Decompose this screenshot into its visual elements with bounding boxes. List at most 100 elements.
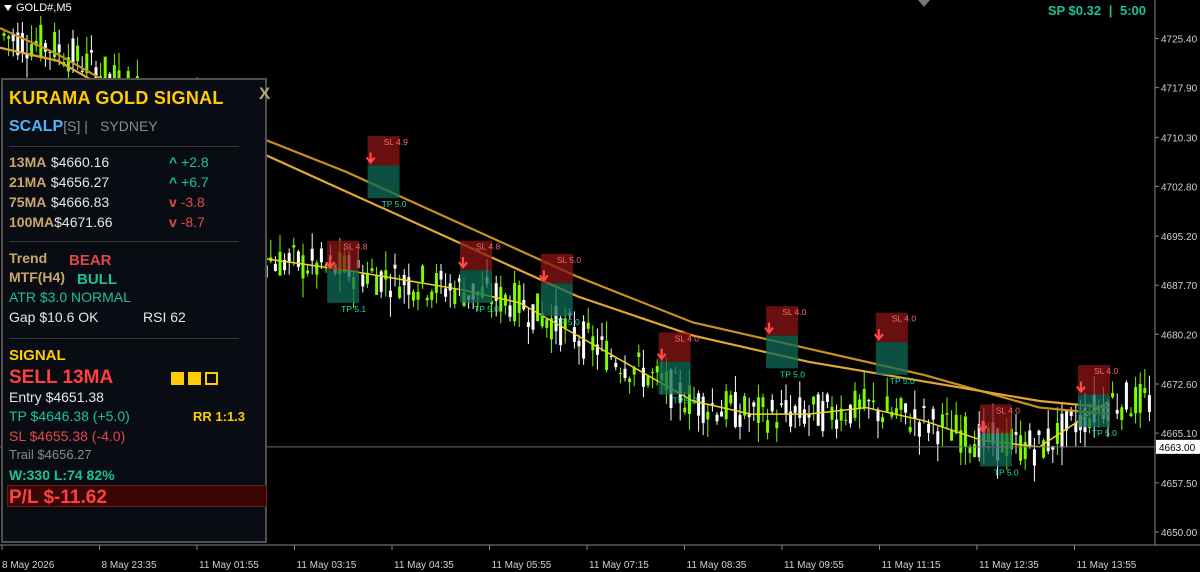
- candle-body: [301, 255, 305, 279]
- candle-body: [1143, 388, 1147, 393]
- signal-label: SIGNAL: [9, 347, 66, 364]
- candle-body: [623, 368, 627, 379]
- candle-body: [39, 24, 43, 57]
- ma-value: $4666.83: [50, 194, 110, 210]
- sl-label: SL 5.0: [557, 255, 582, 265]
- candle-body: [761, 397, 765, 408]
- candle-body: [508, 305, 512, 317]
- candle-body: [646, 376, 650, 386]
- candle-body: [517, 285, 521, 313]
- x-tick-label: 11 May 04:35: [394, 560, 454, 571]
- candle-body: [421, 265, 425, 283]
- up-arrow-icon: ^: [169, 174, 178, 190]
- spread-timer: SP $0.32 | 5:00: [1046, 3, 1148, 18]
- candle-body: [393, 264, 397, 269]
- divider: [9, 241, 239, 242]
- candle-body: [936, 431, 940, 445]
- candle-body: [273, 263, 277, 271]
- candle-body: [853, 390, 857, 418]
- candle-body: [651, 372, 655, 374]
- candle-body: [545, 319, 549, 328]
- candle-body: [89, 50, 93, 53]
- atr-line: ATR $3.0 NORMAL: [9, 289, 131, 305]
- x-tick-label: 8 May 2026: [2, 560, 55, 571]
- candle-body: [733, 392, 737, 428]
- x-tick-label: 11 May 13:55: [1077, 560, 1137, 571]
- candle-body: [434, 273, 438, 293]
- ma-name: 100MA: [9, 214, 55, 230]
- candle-body: [379, 271, 383, 292]
- candle-body: [825, 394, 829, 402]
- candle-body: [655, 366, 659, 373]
- candle-body: [917, 422, 921, 437]
- candle-body: [1032, 449, 1036, 466]
- candle-body: [848, 404, 852, 424]
- candle-body: [830, 406, 834, 420]
- candle-timer: 5:00: [1119, 3, 1146, 18]
- candle-body: [370, 268, 374, 272]
- signal-value: SELL 13MA: [9, 367, 114, 388]
- tp-zone: [460, 270, 492, 303]
- y-tick-label: 4657.50: [1161, 479, 1198, 490]
- dropdown-icon[interactable]: [4, 5, 12, 11]
- candle-body: [375, 275, 379, 295]
- candle-body: [306, 270, 310, 274]
- y-tick-label: 4725.40: [1161, 35, 1198, 46]
- trail-stop: Trail $4656.27: [9, 447, 92, 462]
- current-price-label: 4663.00: [1159, 443, 1196, 454]
- candle-body: [20, 32, 24, 54]
- divider: [9, 146, 239, 147]
- sl-label: SL 4.0: [996, 405, 1021, 415]
- candle-body: [945, 413, 949, 415]
- candle-body: [802, 409, 806, 424]
- candle-body: [756, 397, 760, 423]
- tp-zone: [766, 335, 799, 369]
- candle-body: [76, 45, 80, 62]
- candle-body: [779, 403, 783, 405]
- candle-body: [1115, 409, 1119, 414]
- candle-body: [57, 44, 61, 53]
- tp-zone: [658, 361, 691, 395]
- candle-body: [614, 362, 618, 368]
- trend-value: BEAR: [69, 252, 112, 269]
- x-tick-label: 11 May 11:15: [882, 560, 942, 571]
- close-icon[interactable]: X: [259, 84, 270, 104]
- ma-change-21: ^ +6.7: [169, 174, 209, 190]
- y-tick-label: 4702.80: [1161, 182, 1198, 193]
- candle-body: [398, 286, 402, 299]
- candle-body: [453, 288, 457, 305]
- sl-label: SL 4.0: [1094, 366, 1119, 376]
- candle-body: [2, 33, 6, 36]
- candle-body: [752, 402, 756, 407]
- candle-body: [835, 419, 839, 429]
- symbol-label[interactable]: GOLD#,M5: [4, 2, 72, 14]
- signal-panel[interactable]: KURAMA GOLD SIGNAL X SCALP[S] | SYDNEY 1…: [1, 78, 270, 543]
- candle-body: [416, 291, 420, 300]
- panel-title: KURAMA GOLD SIGNAL: [9, 88, 224, 108]
- candle-body: [784, 400, 788, 414]
- ma-name: 21MA: [9, 174, 47, 190]
- candle-body: [844, 419, 848, 421]
- candle-body: [287, 252, 291, 263]
- candle-body: [388, 290, 392, 298]
- ma-value: $4656.27: [50, 174, 110, 190]
- candle-body: [807, 414, 811, 418]
- ma-change-75: v -3.8: [169, 194, 205, 210]
- tp-label: TP 5.0: [1092, 428, 1117, 438]
- sl-label: SL 4.8: [476, 242, 501, 252]
- candle-body: [904, 403, 908, 413]
- candle-body: [940, 414, 944, 428]
- x-tick-label: 11 May 09:55: [784, 560, 844, 571]
- candle-body: [361, 274, 365, 287]
- gap-line: Gap $10.6 OK: [9, 309, 99, 325]
- candle-body: [899, 398, 903, 410]
- signal-strength: [167, 370, 218, 388]
- candle-body: [600, 336, 604, 340]
- candle-body: [922, 406, 926, 408]
- mtf-value: BULL: [77, 271, 117, 288]
- candle-body: [536, 293, 540, 322]
- candle-body: [384, 270, 388, 280]
- win-loss-stats: W:330 L:74 82%: [9, 467, 115, 483]
- y-tick-label: 4687.70: [1161, 281, 1198, 292]
- chart-shift-marker-icon[interactable]: [918, 0, 930, 7]
